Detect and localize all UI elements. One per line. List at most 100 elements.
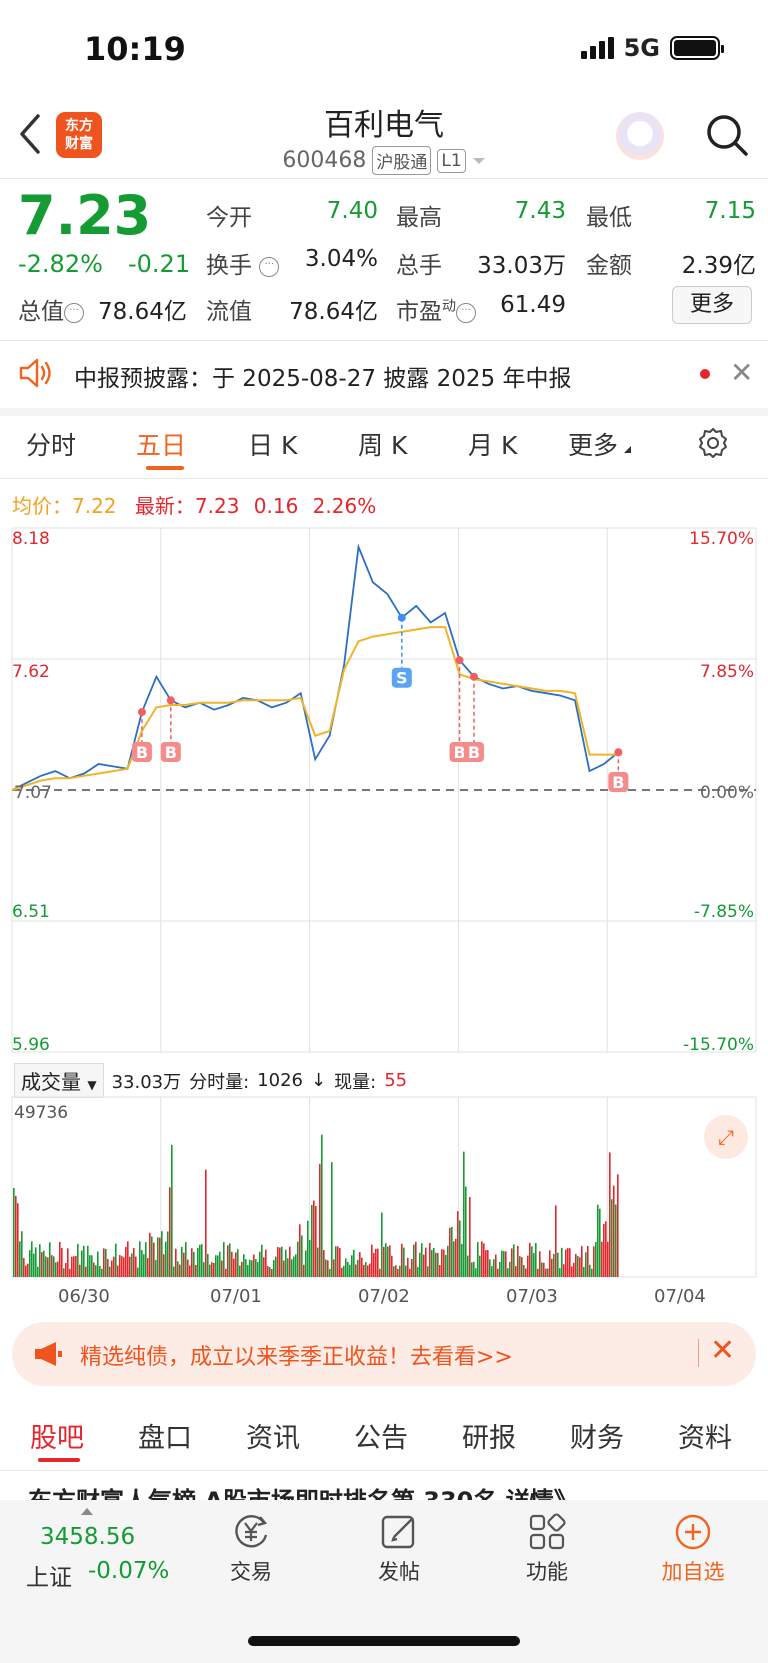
notice-text[interactable]: 中报预披露：于 2025-08-27 披露 2025 年中报 <box>74 359 571 393</box>
volume-bar <box>99 1265 101 1277</box>
volume-bar <box>569 1248 571 1277</box>
info-icon[interactable]: ··· <box>259 256 280 277</box>
volume-chart[interactable] <box>0 1095 768 1281</box>
volume-bar <box>429 1242 431 1277</box>
tab-pankou[interactable]: 盘口 <box>138 1416 192 1455</box>
volume-bar <box>267 1266 269 1277</box>
volume-bar <box>111 1260 113 1277</box>
volume-bar <box>581 1246 583 1277</box>
volume-bar <box>539 1251 541 1277</box>
volume-bar <box>457 1211 459 1277</box>
volume-bar <box>463 1151 465 1277</box>
tab-intraday[interactable]: 分时 <box>26 426 76 462</box>
tab-finance[interactable]: 财务 <box>570 1416 624 1455</box>
tab-news[interactable]: 资讯 <box>246 1416 300 1455</box>
volume-bar <box>445 1254 447 1277</box>
search-icon[interactable] <box>704 112 750 158</box>
volume-bar <box>487 1249 489 1277</box>
volume-bar <box>591 1268 593 1277</box>
volume-bar <box>573 1262 575 1277</box>
unread-dot <box>700 369 710 379</box>
volume-bar <box>185 1242 187 1277</box>
volume-bar <box>31 1241 33 1277</box>
volume-bar <box>291 1259 293 1277</box>
volume-bar <box>175 1248 177 1277</box>
volume-bar <box>575 1253 577 1277</box>
volume-bar <box>149 1232 151 1277</box>
popularity-rank-peek[interactable]: 东方财富人气榜 A股市场即时排名第 330名 详情》 <box>28 1487 728 1501</box>
volume-header: 成交量 ▼ 33.03万 分时量: 1026 ↓ 现量: 55 <box>14 1063 407 1098</box>
add-watchlist-button[interactable]: 加自选 <box>638 1508 748 1586</box>
volume-bar <box>27 1263 29 1277</box>
volume-bar <box>127 1241 129 1277</box>
volume-bar <box>523 1265 525 1277</box>
promo-text[interactable]: 精选纯债，成立以来季季正收益！去看看>> <box>80 1339 513 1371</box>
volume-bar <box>503 1250 505 1277</box>
volume-bar <box>75 1255 77 1277</box>
low-value: 7.15 <box>704 198 756 224</box>
volume-bar <box>479 1255 481 1277</box>
five-day-price-chart[interactable]: B BSB BB <box>0 520 768 1060</box>
volume-bar <box>507 1268 509 1277</box>
volume-bar <box>41 1252 43 1277</box>
robot-assistant-icon[interactable] <box>616 112 664 160</box>
volume-bar <box>295 1254 297 1277</box>
expand-icon[interactable]: ⤢ <box>704 1115 748 1159</box>
volume-bar <box>235 1252 237 1277</box>
volume-bar <box>325 1259 327 1277</box>
volume-bar <box>413 1244 415 1277</box>
battery-icon <box>670 36 724 60</box>
volume-bar <box>89 1255 91 1277</box>
tab-announcements[interactable]: 公告 <box>354 1416 408 1455</box>
open-label: 今开 <box>206 205 252 231</box>
volume-bar <box>431 1250 433 1277</box>
post-button[interactable]: 发帖 <box>344 1508 454 1586</box>
info-icon[interactable]: ··· <box>456 302 476 323</box>
indicator-select[interactable]: 成交量 ▼ <box>14 1063 104 1098</box>
close-icon[interactable]: ✕ <box>730 358 753 388</box>
divider <box>698 1339 699 1367</box>
tab-weekly-k[interactable]: 周 K <box>358 426 407 462</box>
volume-bar <box>313 1200 315 1277</box>
tab-profile[interactable]: 资料 <box>678 1416 732 1455</box>
volume-bar <box>91 1255 93 1277</box>
volume-bar <box>361 1257 363 1277</box>
speaker-icon <box>19 358 51 388</box>
tab-monthly-k[interactable]: 月 K <box>468 426 517 462</box>
volume-bar <box>289 1246 291 1277</box>
divider <box>0 478 768 479</box>
volume-bar <box>155 1260 157 1277</box>
volume-bar <box>477 1242 479 1277</box>
tab-guba[interactable]: 股吧 <box>30 1416 84 1455</box>
volume-bar <box>37 1266 39 1277</box>
volume-bar <box>241 1261 243 1277</box>
settings-gear-icon[interactable] <box>696 426 730 460</box>
stock-code: 600468 <box>282 148 367 173</box>
volume-bar <box>327 1260 329 1277</box>
network-type: 5G <box>623 34 660 62</box>
tab-five-day[interactable]: 五日 <box>136 426 186 462</box>
volume-bar <box>207 1253 209 1277</box>
volume-bar <box>263 1257 265 1277</box>
index-percent[interactable]: -0.07% <box>88 1558 169 1584</box>
volume-bar <box>269 1267 271 1277</box>
more-button[interactable]: 更多 <box>672 286 752 324</box>
index-name[interactable]: 上证 <box>26 1558 72 1592</box>
tab-more[interactable]: 更多 <box>568 426 632 462</box>
close-icon[interactable]: ✕ <box>710 1333 735 1368</box>
info-icon[interactable]: ··· <box>64 302 84 323</box>
x-label-0: 06/30 <box>58 1286 110 1307</box>
function-button[interactable]: 功能 <box>492 1508 602 1586</box>
float-label: 流值 <box>206 299 252 325</box>
volume-bar <box>109 1266 111 1277</box>
pe-value: 61.49 <box>500 292 566 318</box>
trade-button[interactable]: 交易 <box>196 1508 306 1586</box>
volume-bar <box>403 1247 405 1277</box>
volume-bar <box>461 1243 463 1277</box>
index-value[interactable]: 3458.56 <box>40 1524 135 1550</box>
volume-bar <box>437 1253 439 1277</box>
volume-bar <box>123 1257 125 1277</box>
volume-bar <box>597 1204 599 1277</box>
tab-research[interactable]: 研报 <box>462 1416 516 1455</box>
tab-daily-k[interactable]: 日 K <box>248 426 297 462</box>
